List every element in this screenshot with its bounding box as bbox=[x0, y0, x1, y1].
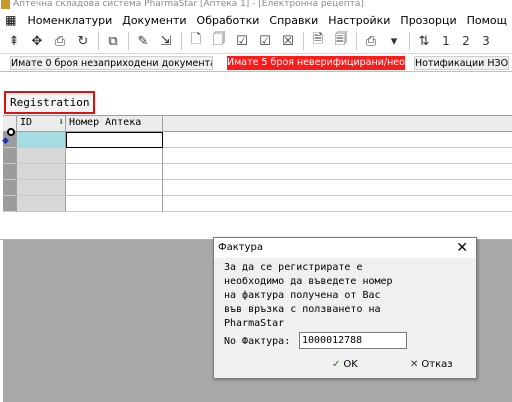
grid-menu-icon[interactable]: ▦ bbox=[3, 13, 19, 27]
row-indicator[interactable] bbox=[3, 164, 17, 180]
print-preview-icon[interactable]: ⎙ bbox=[49, 31, 71, 51]
grid-header-row: ID ⬇ Номер Аптека bbox=[3, 116, 512, 132]
save-icon[interactable]: 🗎 bbox=[307, 31, 329, 51]
menu-settings[interactable]: Настройки bbox=[323, 14, 395, 27]
check-all-icon[interactable]: ☑ bbox=[254, 31, 276, 51]
dialog-message: За да се регистрирате е необходимо да въ… bbox=[224, 262, 393, 329]
ok-label: OK bbox=[343, 359, 358, 370]
menu-help[interactable]: Помощ bbox=[462, 14, 512, 27]
check-icon: ✓ bbox=[332, 359, 341, 370]
toolbar-number-1[interactable]: 1 bbox=[436, 34, 456, 48]
column-header-filler bbox=[163, 116, 512, 132]
invoice-number-input[interactable]: 1000012788 bbox=[299, 332, 407, 349]
panel-splitter[interactable] bbox=[0, 213, 512, 240]
check-icon[interactable]: ☑ bbox=[231, 31, 253, 51]
new-doc-icon[interactable]: 🗋 bbox=[185, 31, 207, 51]
invoice-dialog: Фактура ✕ За да се регистрирате е необхо… bbox=[213, 237, 477, 379]
tab-registration[interactable]: Registration bbox=[4, 91, 95, 114]
cell-pharmacy-no[interactable] bbox=[66, 164, 163, 180]
cell-id[interactable] bbox=[17, 180, 66, 196]
current-row-icon: ◆ bbox=[2, 136, 9, 146]
window-title: Аптечна складова система PharmaStar [Апт… bbox=[13, 0, 364, 9]
open-doc-icon[interactable]: 🗍 bbox=[208, 31, 230, 51]
ok-button[interactable]: ✓ OK bbox=[332, 357, 358, 373]
sort-arrow-icon[interactable]: ⬇ bbox=[58, 117, 64, 128]
row-filler bbox=[163, 164, 512, 180]
cell-pharmacy-no[interactable] bbox=[66, 180, 163, 196]
window-title-bar: Аптечна складова система PharmaStar [Апт… bbox=[0, 0, 512, 11]
sort-icon[interactable]: ⇅ bbox=[413, 31, 435, 51]
toolbar-separator bbox=[181, 32, 182, 50]
row-filler bbox=[163, 180, 512, 196]
menu-processing[interactable]: Обработки bbox=[192, 14, 265, 27]
toolbar-separator bbox=[303, 32, 304, 50]
app-logo-icon bbox=[1, 0, 10, 9]
invoice-label: No Фактура: bbox=[224, 336, 291, 347]
registration-grid: ID ⬇ Номер Аптека ◆ bbox=[2, 115, 512, 213]
move-icon[interactable]: ✥ bbox=[26, 31, 48, 51]
copy-icon[interactable]: ⧉ bbox=[102, 31, 124, 51]
toolbar-number-3[interactable]: 3 bbox=[476, 34, 496, 48]
row-indicator[interactable]: ◆ bbox=[2, 128, 17, 148]
printer-icon[interactable]: ⎙ bbox=[360, 31, 382, 51]
unposted-docs-notice[interactable]: Имате 0 броя незаприходени документа! bbox=[10, 56, 213, 70]
toolbar-separator bbox=[356, 32, 357, 50]
menu-reports[interactable]: Справки bbox=[264, 14, 323, 27]
cell-id[interactable] bbox=[17, 148, 66, 164]
menu-windows[interactable]: Прозорци bbox=[395, 14, 461, 27]
row-filler bbox=[163, 132, 512, 148]
menu-bar: ▦ Номенклатури Документи Обработки Справ… bbox=[0, 11, 512, 29]
row-indicator[interactable] bbox=[3, 180, 17, 196]
table-row[interactable]: ◆ bbox=[2, 128, 512, 148]
cancel-icon[interactable]: ☒ bbox=[277, 31, 299, 51]
edit-marker-icon bbox=[7, 128, 15, 136]
toolbar: ⇞ ✥ ⎙ ↻ ⧉ ✎ ⇲ 🗋 🗍 ☑ ☑ ☒ 🗎 🗐 ⎙ ▾ ⇅ 1 2 3 bbox=[0, 29, 512, 54]
menu-nomenclatures[interactable]: Номенклатури bbox=[23, 14, 118, 27]
cell-id[interactable] bbox=[17, 132, 66, 148]
report-icon[interactable]: 🗐 bbox=[330, 31, 352, 51]
cell-id[interactable] bbox=[17, 196, 66, 212]
cancel-label: Отказ bbox=[421, 359, 453, 370]
row-filler bbox=[163, 196, 512, 212]
unverified-notice[interactable]: Имате 5 броя неверифицирани/неотпаснати bbox=[227, 56, 405, 70]
export-icon[interactable]: ⇲ bbox=[155, 31, 177, 51]
cancel-button[interactable]: ✕ Отказ bbox=[410, 357, 453, 373]
menu-documents[interactable]: Документи bbox=[117, 14, 191, 27]
toolbar-number-2[interactable]: 2 bbox=[456, 34, 476, 48]
dialog-title-bar[interactable]: Фактура ✕ bbox=[214, 238, 476, 258]
notification-bar: Имате 0 броя незаприходени документа! Им… bbox=[0, 54, 512, 72]
table-row[interactable] bbox=[3, 164, 512, 180]
row-filler bbox=[163, 148, 512, 164]
cell-pharmacy-no[interactable] bbox=[66, 132, 163, 148]
edit-icon[interactable]: ✎ bbox=[132, 31, 154, 51]
toolbar-separator bbox=[98, 32, 99, 50]
cell-pharmacy-no[interactable] bbox=[66, 148, 163, 164]
dropdown-icon[interactable]: ▾ bbox=[383, 31, 405, 51]
column-header-id[interactable]: ID ⬇ bbox=[17, 116, 66, 132]
column-header-pharmacy-no[interactable]: Номер Аптека bbox=[66, 116, 163, 132]
refresh-icon[interactable]: ↻ bbox=[72, 31, 94, 51]
cell-pharmacy-no[interactable] bbox=[66, 196, 163, 212]
table-row[interactable] bbox=[3, 148, 512, 164]
row-indicator[interactable] bbox=[3, 148, 17, 164]
dialog-title: Фактура bbox=[218, 242, 263, 253]
row-indicator[interactable] bbox=[3, 196, 17, 212]
toolbar-separator bbox=[128, 32, 129, 50]
pointer-icon[interactable]: ⇞ bbox=[3, 31, 25, 51]
close-icon[interactable]: ✕ bbox=[456, 240, 468, 256]
column-header-id-label: ID bbox=[20, 117, 33, 128]
table-row[interactable] bbox=[3, 180, 512, 196]
table-row[interactable] bbox=[3, 196, 512, 212]
cell-id[interactable] bbox=[17, 164, 66, 180]
x-icon: ✕ bbox=[410, 359, 419, 370]
toolbar-separator bbox=[409, 32, 410, 50]
nzok-notifications-button[interactable]: Нотификации НЗОК bbox=[414, 56, 509, 70]
